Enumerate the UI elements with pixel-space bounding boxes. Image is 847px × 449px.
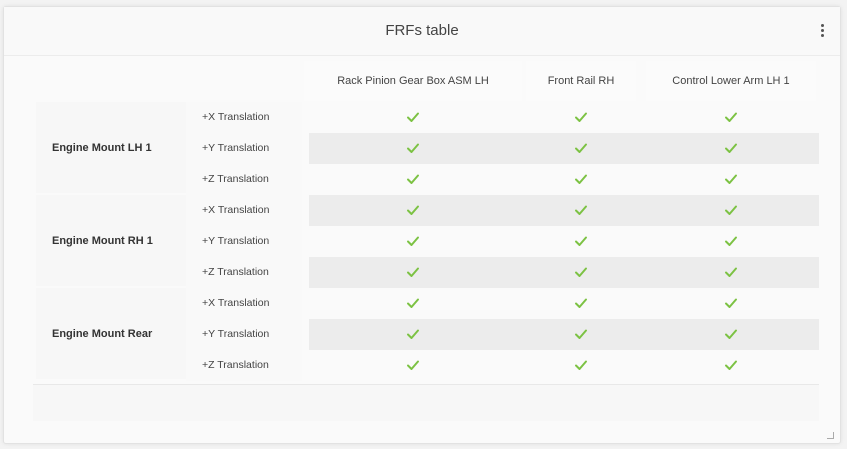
check-icon — [725, 298, 737, 308]
dof-label: +Z Translation — [186, 350, 302, 381]
check-icon — [407, 174, 419, 184]
check-icon — [575, 298, 587, 308]
check-icon — [725, 267, 737, 277]
check-icon — [725, 143, 737, 153]
dof-label: +Y Translation — [186, 319, 302, 350]
table-row — [309, 102, 819, 133]
check-icon — [575, 174, 587, 184]
check-icon — [575, 112, 587, 122]
column-header: Rack Pinion Gear Box ASM LH — [304, 61, 522, 101]
dof-label: +Y Translation — [186, 133, 302, 164]
table-row — [309, 319, 819, 350]
panel-header: FRFs table — [4, 7, 840, 56]
table-row — [309, 164, 819, 195]
check-icon — [725, 360, 737, 370]
table-row — [309, 350, 819, 381]
dof-label: +Z Translation — [186, 257, 302, 288]
check-icon — [407, 329, 419, 339]
table-row — [309, 288, 819, 319]
row-group-label: Engine Mount Rear — [36, 288, 186, 379]
check-icon — [725, 205, 737, 215]
table-row — [309, 195, 819, 226]
table-row — [309, 257, 819, 288]
check-icon — [575, 360, 587, 370]
dof-label: +X Translation — [186, 102, 302, 133]
table-row — [309, 133, 819, 164]
check-icon — [407, 360, 419, 370]
resize-handle-icon[interactable] — [827, 432, 834, 439]
check-icon — [407, 205, 419, 215]
check-icon — [407, 143, 419, 153]
check-icon — [725, 174, 737, 184]
vertical-ellipsis-icon[interactable] — [819, 24, 825, 40]
row-group-label: Engine Mount RH 1 — [36, 195, 186, 286]
dof-label: +Z Translation — [186, 164, 302, 195]
check-icon — [407, 236, 419, 246]
row-group-label: Engine Mount LH 1 — [36, 102, 186, 193]
check-icon — [575, 267, 587, 277]
table-row — [309, 226, 819, 257]
check-icon — [407, 112, 419, 122]
check-icon — [575, 205, 587, 215]
check-icon — [575, 236, 587, 246]
column-header: Control Lower Arm LH 1 — [646, 61, 816, 101]
check-icon — [407, 267, 419, 277]
check-icon — [725, 329, 737, 339]
check-icon — [725, 236, 737, 246]
check-icon — [575, 329, 587, 339]
dof-label: +Y Translation — [186, 226, 302, 257]
dof-label: +X Translation — [186, 288, 302, 319]
panel-title: FRFs table — [385, 22, 459, 39]
dof-label: +X Translation — [186, 195, 302, 226]
check-icon — [575, 143, 587, 153]
check-icon — [725, 112, 737, 122]
column-header: Front Rail RH — [526, 61, 636, 101]
check-icon — [407, 298, 419, 308]
table-footer — [33, 384, 819, 421]
